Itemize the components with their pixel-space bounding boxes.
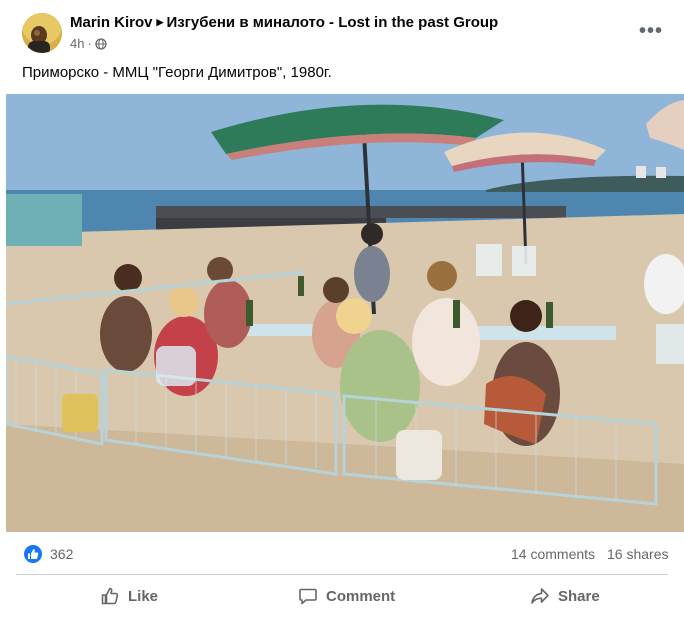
share-label: Share <box>558 587 600 605</box>
separator-dot: · <box>87 36 92 51</box>
comment-button[interactable]: Comment <box>298 581 395 611</box>
post-photo[interactable] <box>6 94 684 532</box>
avatar[interactable] <box>22 13 62 53</box>
shares-count[interactable]: 16 shares <box>607 546 668 562</box>
beach-cafe-photo <box>6 94 684 532</box>
comments-count[interactable]: 14 comments <box>511 546 595 562</box>
comment-label: Comment <box>326 587 396 605</box>
post-caption: Приморско - ММЦ "Георги Димитров", 1980г… <box>22 64 332 81</box>
divider <box>16 574 668 575</box>
caret-right-icon: ▶ <box>156 17 164 27</box>
like-label: Like <box>128 587 159 605</box>
thumbs-up-icon <box>101 587 119 605</box>
facebook-post: Marin Kirov ▶ Изгубени в миналото - Lost i… <box>0 0 684 618</box>
post-meta: 4h · <box>70 36 107 51</box>
more-options-icon[interactable]: ••• <box>638 20 664 42</box>
avatar-image <box>22 13 62 53</box>
author-name[interactable]: Marin Kirov <box>70 14 153 31</box>
reaction-count[interactable]: 362 <box>50 546 73 562</box>
speech-bubble-icon <box>299 588 317 605</box>
like-button[interactable]: Like <box>100 581 158 611</box>
post-header-title: Marin Kirov ▶ Изгубени в миналото - Lost i… <box>70 14 498 31</box>
share-button[interactable]: Share <box>530 581 600 611</box>
globe-icon <box>95 37 107 50</box>
post-timestamp[interactable]: 4h <box>70 36 84 51</box>
share-arrow-icon <box>531 588 549 604</box>
group-name[interactable]: Изгубени в миналото - Lost in the past G… <box>166 14 498 31</box>
like-icon[interactable] <box>24 545 42 563</box>
thumbs-up-glyph <box>28 549 39 559</box>
